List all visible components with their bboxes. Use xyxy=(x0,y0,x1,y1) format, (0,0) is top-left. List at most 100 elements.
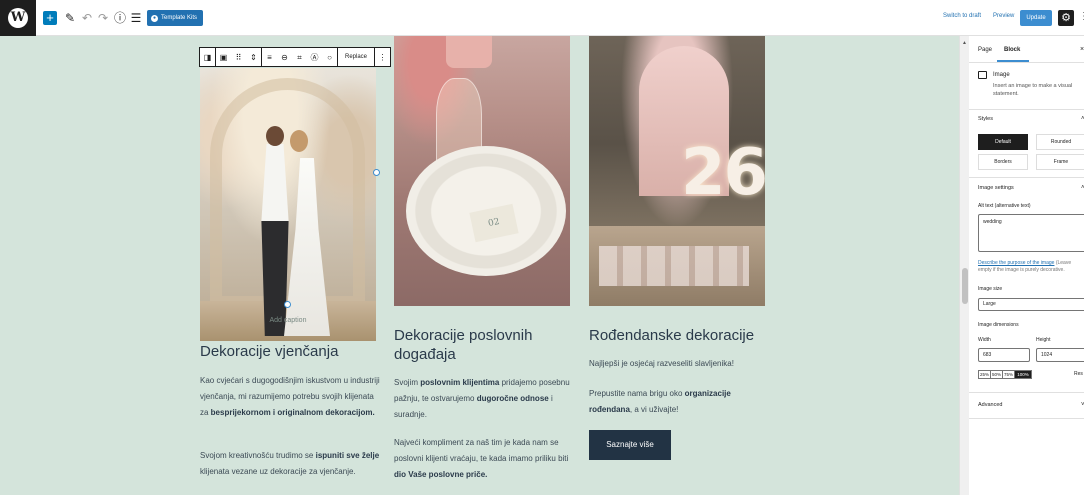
height-input[interactable]: 1024 xyxy=(1036,348,1084,362)
wedding-paragraph-1[interactable]: Kao cvjećari s dugogodišnjim iskustvom u… xyxy=(200,373,382,421)
options-group: ⋮ xyxy=(375,48,390,66)
advanced-panel-title[interactable]: Advanced xyxy=(978,402,1002,408)
text-overlay-icon[interactable]: Ⓐ xyxy=(310,53,319,62)
image-dimensions-label: Image dimensions xyxy=(978,322,1019,328)
more-options-icon[interactable]: ⋮ xyxy=(1079,11,1084,22)
resize-handle-right[interactable] xyxy=(373,169,380,176)
text-run: Najveći kompliment za naš tim je kada na… xyxy=(394,438,569,463)
groom-head xyxy=(266,126,284,146)
block-description: Insert an image to make a visual stateme… xyxy=(993,83,1073,97)
block-options-icon[interactable]: ⋮ xyxy=(378,53,387,62)
image-block-icon[interactable]: ▣ xyxy=(219,53,228,62)
text-run: klijenata vezane uz dekoracije za vjenča… xyxy=(200,467,356,476)
switch-to-draft-link[interactable]: Switch to draft xyxy=(943,13,981,19)
image-size-label: Image size xyxy=(978,286,1003,292)
text-run: Prepustite nama brigu oko xyxy=(589,389,685,398)
parent-select-group: ◨ xyxy=(200,48,216,66)
business-heading[interactable]: Dekoracije poslovnih događaja xyxy=(394,326,574,364)
block-card: Image Insert an image to make a visual s… xyxy=(969,63,1084,110)
settings-sidebar: Page Block × Image Insert an image to ma… xyxy=(969,36,1084,495)
link-icon[interactable]: ⊖ xyxy=(280,53,289,62)
text-run: Svojom kreativnošću trudimo se xyxy=(200,451,316,460)
active-tab-indicator xyxy=(997,60,1029,62)
birthday-image[interactable]: 26 xyxy=(589,36,765,306)
wedding-paragraph-2[interactable]: Svojom kreativnošću trudimo se ispuniti … xyxy=(200,448,382,480)
height-label: Height xyxy=(1036,337,1051,343)
scroll-thumb[interactable] xyxy=(962,268,968,304)
update-button[interactable]: Update xyxy=(1020,10,1052,26)
replace-button[interactable]: Replace xyxy=(341,54,371,60)
align-icon[interactable]: ≡ xyxy=(265,53,274,62)
marquee-number: 26 xyxy=(681,136,765,210)
business-paragraph-1[interactable]: Svojim poslovnim klijentima pridajemo po… xyxy=(394,375,576,423)
wordpress-icon: W xyxy=(8,8,28,28)
wedding-heading[interactable]: Dekoracije vjenčanja xyxy=(200,342,380,361)
style-borders[interactable]: Borders xyxy=(978,154,1028,170)
bride-head xyxy=(290,130,308,152)
add-block-button[interactable]: + xyxy=(43,11,57,25)
drag-handle-icon[interactable]: ⠿ xyxy=(234,53,243,62)
bold-text: dio Vaše poslovne priče. xyxy=(394,470,488,479)
undo-icon[interactable]: ↶ xyxy=(80,11,94,25)
image-caption-placeholder[interactable]: Add caption xyxy=(200,317,376,324)
columns-parent-icon[interactable]: ◨ xyxy=(203,53,212,62)
divider xyxy=(969,418,1084,419)
redo-icon[interactable]: ↷ xyxy=(96,11,110,25)
edit-pencil-icon[interactable]: ✎ xyxy=(63,11,77,25)
birthday-paragraph-2[interactable]: Prepustite nama brigu oko organizacije r… xyxy=(589,386,771,418)
image-settings-title[interactable]: Image settings xyxy=(978,185,1014,191)
size-25-button[interactable]: 25% xyxy=(979,371,991,378)
text-run: Svojim xyxy=(394,378,421,387)
alt-text-help: Describe the purpose of the image (Leave… xyxy=(978,260,1084,274)
crop-icon[interactable]: ⌗ xyxy=(295,53,304,62)
settings-gear-icon[interactable]: ⚙ xyxy=(1058,10,1074,26)
list-view-icon[interactable]: ☰ xyxy=(129,11,143,25)
width-label: Width xyxy=(978,337,991,343)
divider xyxy=(969,392,1084,393)
editor-canvas: 02 26 ◨ ▣ ⠿ ⇕ ≡ ⊖ ⌗ Ⓐ ○ Replace ⋮ Add ca… xyxy=(0,36,959,495)
details-info-icon[interactable]: ⓘ xyxy=(113,11,127,25)
style-frame[interactable]: Frame xyxy=(1036,154,1084,170)
close-sidebar-icon[interactable]: × xyxy=(1080,46,1084,53)
replace-group: Replace xyxy=(338,48,376,66)
learn-more-button[interactable]: Saznajte više xyxy=(589,430,671,460)
business-paragraph-2[interactable]: Najveći kompliment za naš tim je kada na… xyxy=(394,435,576,483)
bold-text: poslovnim klijentima xyxy=(420,378,500,387)
sidebar-tabs: Page Block × xyxy=(969,36,1084,63)
flower-arch xyxy=(210,78,365,308)
image-size-select[interactable]: Large xyxy=(978,298,1084,311)
move-up-down-icon[interactable]: ⇕ xyxy=(249,53,258,62)
birthday-paragraph-1[interactable]: Najljepši je osjećaj razveseliti slavlje… xyxy=(589,356,771,372)
style-rounded[interactable]: Rounded xyxy=(1036,134,1084,150)
template-kits-icon: ● xyxy=(151,14,158,22)
birthday-heading[interactable]: Rođendanske dekoracije xyxy=(589,326,769,345)
reset-dimensions-button[interactable]: Res xyxy=(1074,371,1083,377)
business-event-image[interactable]: 02 xyxy=(394,36,570,306)
cushions xyxy=(599,246,749,286)
style-default[interactable]: Default xyxy=(978,134,1028,150)
duotone-icon[interactable]: ○ xyxy=(325,53,334,62)
canvas-scrollbar[interactable]: ▲ xyxy=(959,36,969,495)
size-75-button[interactable]: 75% xyxy=(1003,371,1015,378)
scroll-up-arrow-icon[interactable]: ▲ xyxy=(962,40,967,46)
wordpress-logo-button[interactable]: W xyxy=(0,0,36,36)
bold-text: besprijekornom i originalnom dekoracijom… xyxy=(210,408,375,417)
alt-text-label: Alt text (alternative text) xyxy=(978,203,1031,209)
styles-panel-title[interactable]: Styles xyxy=(978,116,993,122)
preview-link[interactable]: Preview xyxy=(993,13,1014,19)
bold-text: ispuniti sve želje xyxy=(315,451,380,460)
bold-text: dugoročne odnose xyxy=(476,394,549,403)
size-100-button[interactable]: 100% xyxy=(1015,371,1031,378)
template-kits-button[interactable]: ● Template Kits xyxy=(147,10,204,26)
size-50-button[interactable]: 50% xyxy=(991,371,1003,378)
image-block-icon xyxy=(978,71,987,79)
image-tools-group: ≡ ⊖ ⌗ Ⓐ ○ xyxy=(262,48,338,66)
template-kits-label: Template Kits xyxy=(161,15,198,21)
describe-purpose-link[interactable]: Describe the purpose of the image xyxy=(978,260,1054,266)
alt-text-field[interactable]: wedding xyxy=(978,214,1084,252)
tab-page[interactable]: Page xyxy=(978,47,992,53)
editor-top-toolbar: W + ✎ ↶ ↷ ⓘ ☰ ● Template Kits Switch to … xyxy=(0,0,1084,36)
resize-handle-bottom[interactable] xyxy=(284,301,291,308)
tab-block[interactable]: Block xyxy=(1004,47,1020,53)
width-input[interactable]: 683 xyxy=(978,348,1030,362)
